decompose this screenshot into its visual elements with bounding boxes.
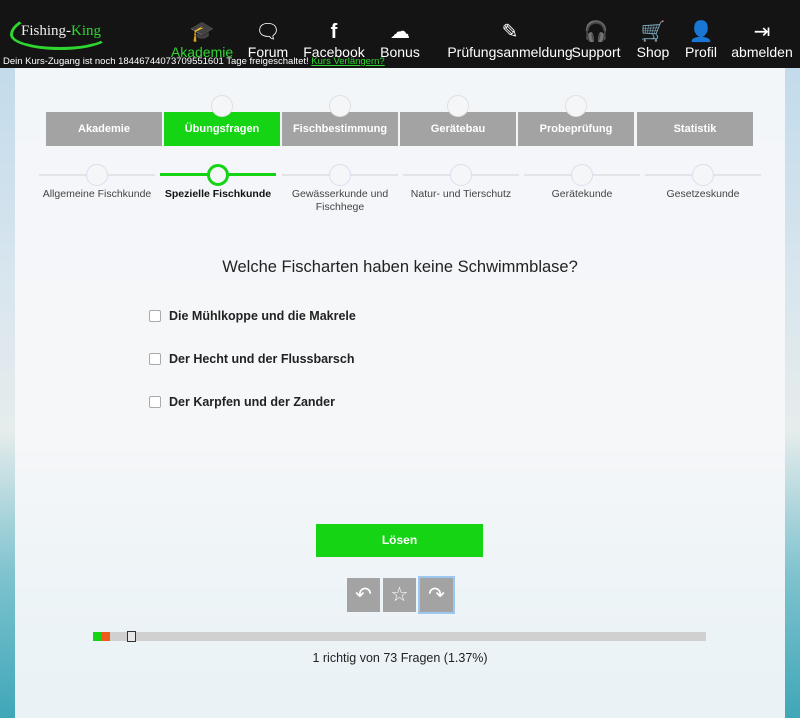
tab-3[interactable]: Gerätebau [400,112,516,146]
nav-shop[interactable]: 🛒 Shop [637,20,670,60]
nav-label: Prüfungsanmeldung [447,44,573,60]
progress-current-marker[interactable] [126,631,136,642]
tab-2[interactable]: Fischbestimmung [282,112,398,146]
subtab-label-1[interactable]: Spezielle Fischkunde [158,188,278,201]
subtab-label-0[interactable]: Allgemeine Fischkunde [37,188,157,201]
progress-text: 1 richtig von 73 Fragen (1.37%) [312,651,488,665]
subtab-label-5[interactable]: Gesetzeskunde [643,188,763,201]
tab-0[interactable]: Akademie [46,112,162,146]
progress-bar[interactable] [93,631,706,642]
answer-label: Der Hecht und der Flussbarsch [169,352,355,366]
back-button[interactable]: ↶ [347,578,380,612]
subtab-circle-4[interactable] [571,164,593,186]
subtab-circle-0[interactable] [86,164,108,186]
answer-checkbox[interactable] [149,353,161,365]
star-icon: ☆ [390,584,409,606]
solve-button[interactable]: Lösen [316,524,483,557]
top-header: Fishing-King 🎓 Akademie 🗨 Forum f Facebook ☁ Bo… [0,0,800,68]
question-text: Welche Fischarten haben keine Schwimmbla… [222,258,578,276]
facebook-icon: f [330,21,338,43]
subtab-circle-1[interactable] [207,164,229,186]
logout-icon: ⇥ [753,21,771,43]
answer-option[interactable]: Die Mühlkoppe und die Makrele [149,309,356,323]
nav-label: Profil [685,44,717,60]
nav-forum[interactable]: 🗨 Forum [248,20,288,60]
cloud-download-icon: ☁ [389,21,410,43]
nav-label: abmelden [731,44,793,60]
notice-text: Dein Kurs-Zugang ist noch 18446744073709… [3,56,309,67]
subtab-label-3[interactable]: Natur- und Tierschutz [401,188,521,201]
headset-icon: 🎧 [583,21,609,43]
star-button[interactable]: ☆ [383,578,416,612]
tab-step-circle [329,95,351,117]
content-panel [15,68,785,718]
forward-button[interactable]: ↷ [418,576,455,614]
nav-support[interactable]: 🎧 Support [571,20,620,60]
nav-bonus[interactable]: ☁ Bonus [380,20,420,60]
logo[interactable]: Fishing-King [10,12,110,50]
subtab-label-4[interactable]: Gerätekunde [522,188,642,201]
nav-label: Support [571,44,621,60]
tab-step-circle [447,95,469,117]
answer-checkbox[interactable] [149,396,161,408]
answer-checkbox[interactable] [149,310,161,322]
edit-icon: ✎ [501,21,519,43]
progress-wrong [101,632,110,641]
nav-profil[interactable]: 👤 Profil [685,20,717,60]
answer-label: Die Mühlkoppe und die Makrele [169,309,356,323]
nav-facebook[interactable]: f Facebook [303,20,364,60]
extend-course-link[interactable]: Kurs Verlängern? [311,56,384,67]
forward-icon: ↷ [428,584,445,606]
tab-step-circle [565,95,587,117]
progress-correct [93,632,102,641]
answer-label: Der Karpfen und der Zander [169,395,335,409]
access-notice: Dein Kurs-Zugang ist noch 18446744073709… [3,56,385,67]
nav-abmelden[interactable]: ⇥ abmelden [731,20,793,60]
tab-1[interactable]: Übungsfragen [164,112,280,146]
cart-icon: 🛒 [640,21,666,43]
back-icon: ↶ [355,584,372,606]
nav-prüfungsanmeldung[interactable]: ✎ Prüfungsanmeldung [447,20,572,60]
tab-4[interactable]: Probeprüfung [518,112,634,146]
answer-option[interactable]: Der Hecht und der Flussbarsch [149,352,354,366]
nav-label: Bonus [380,44,420,60]
answer-option[interactable]: Der Karpfen und der Zander [149,395,335,409]
tab-step-circle [211,95,233,117]
nav-akademie[interactable]: 🎓 Akademie [171,20,233,60]
tab-5[interactable]: Statistik [637,112,753,146]
graduation-cap-icon: 🎓 [189,21,215,43]
subtab-label-2[interactable]: Gewässerkunde und Fischhege [280,188,400,214]
subtab-circle-3[interactable] [450,164,472,186]
user-icon: 👤 [688,21,714,43]
nav-label: Shop [636,44,670,60]
subtab-circle-5[interactable] [692,164,714,186]
chat-icon: 🗨 [255,21,281,43]
subtab-circle-2[interactable] [329,164,351,186]
